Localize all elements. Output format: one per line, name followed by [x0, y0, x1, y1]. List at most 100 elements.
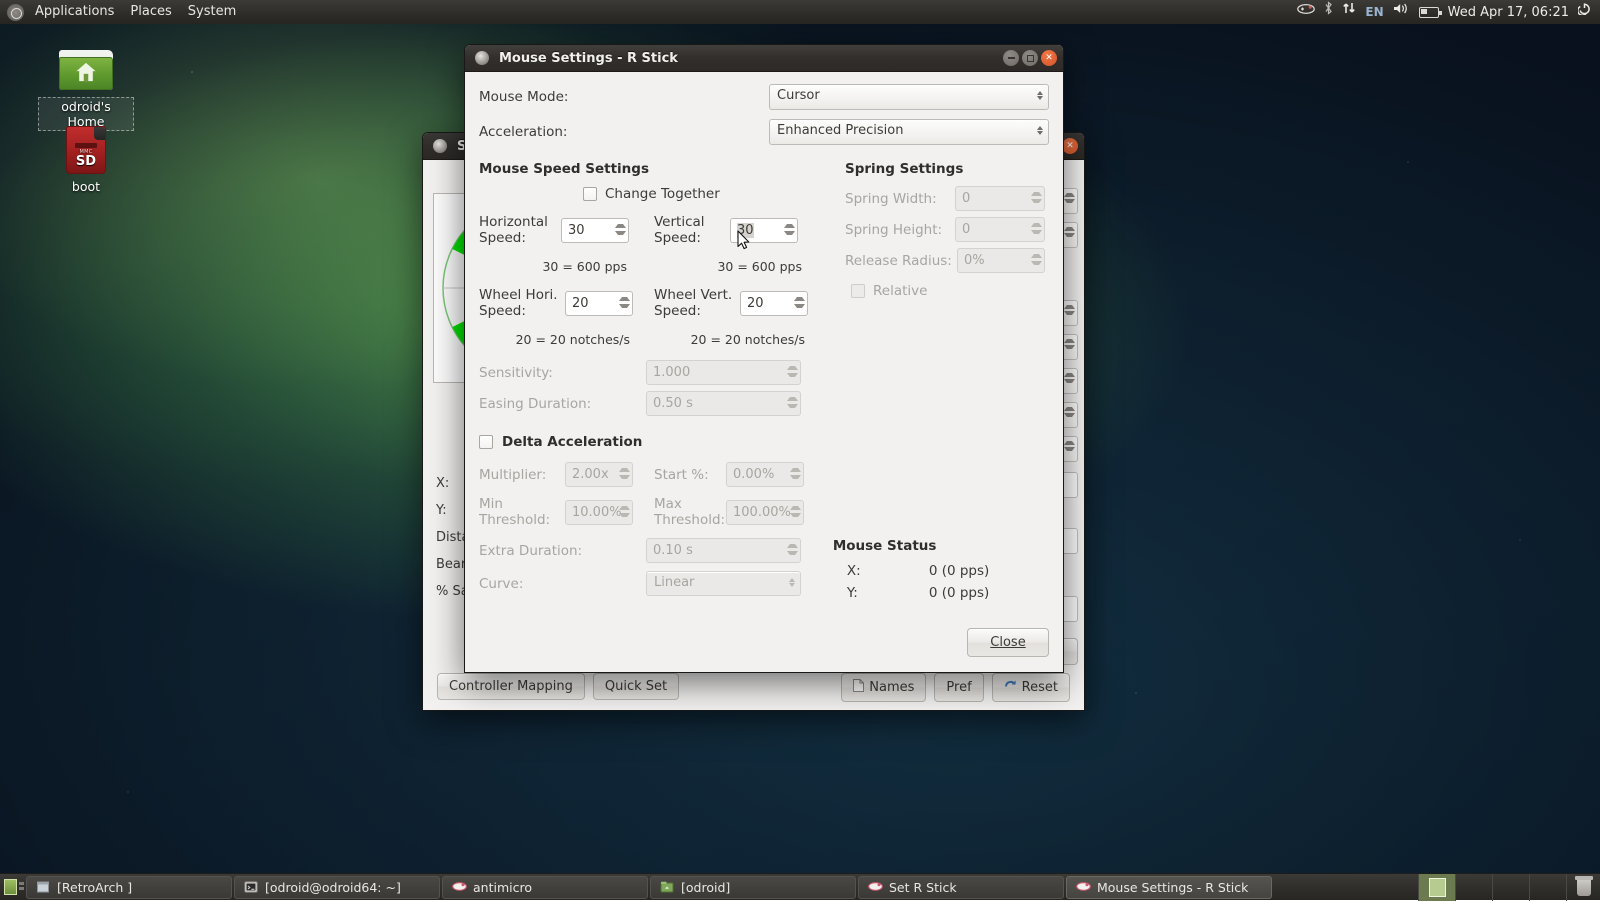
sd-card-icon: MMC SD: [66, 126, 106, 174]
mouse-speed-settings-header: Mouse Speed Settings: [479, 161, 827, 177]
network-updown-icon[interactable]: [1342, 0, 1356, 24]
min-threshold-spinbox: 10.00%: [565, 500, 633, 525]
dialog-close-button[interactable]: Close: [967, 628, 1049, 657]
mouse-mode-label: Mouse Mode:: [479, 89, 769, 105]
trash-icon[interactable]: [1566, 874, 1600, 901]
mouse-status-y-label: Y:: [833, 585, 929, 601]
task-button-mouse-settings[interactable]: Mouse Settings - R Stick: [1066, 876, 1272, 899]
change-together-label: Change Together: [605, 186, 720, 202]
release-radius-spinbox: 0%: [957, 248, 1045, 273]
mouse-status-header: Mouse Status: [833, 538, 1049, 554]
ubuntu-logo-icon[interactable]: [7, 4, 24, 21]
horizontal-speed-note: 30 = 600 pps: [542, 259, 627, 274]
sensitivity-value: 1.000: [653, 365, 690, 380]
spring-width-label: Spring Width:: [845, 191, 955, 207]
maximize-icon[interactable]: [1022, 50, 1038, 66]
delta-acceleration-header-row: Delta Acceleration: [479, 434, 1049, 450]
task-button-set-r-stick[interactable]: Set R Stick: [858, 876, 1064, 899]
pref-button[interactable]: Pref: [934, 673, 983, 702]
power-icon[interactable]: [1578, 0, 1591, 24]
delta-acceleration-checkbox[interactable]: [479, 435, 493, 449]
mouse-settings-dialog[interactable]: Mouse Settings - R Stick ✕ Mouse Mode: C…: [464, 44, 1064, 673]
desktop-icon-boot[interactable]: MMC SD boot: [38, 126, 134, 195]
show-desktop-icon[interactable]: [3, 876, 25, 898]
bluetooth-icon[interactable]: [1324, 0, 1333, 24]
sensitivity-label: Sensitivity:: [479, 365, 646, 381]
controller-mapping-button[interactable]: Controller Mapping: [437, 673, 585, 700]
spring-height-label: Spring Height:: [845, 222, 955, 238]
battery-icon[interactable]: [1419, 7, 1439, 18]
horizontal-speed-label: Horizontal Speed:: [479, 214, 557, 246]
vertical-speed-spinbox[interactable]: 30: [730, 218, 798, 243]
volume-icon[interactable]: [1393, 0, 1410, 24]
release-radius-label: Release Radius:: [845, 253, 957, 269]
names-button-label: Names: [869, 680, 914, 695]
clock[interactable]: Wed Apr 17, 06:21: [1448, 5, 1569, 20]
dialog-body: Mouse Mode: Cursor Acceleration: Enhance…: [465, 72, 1063, 672]
desktop-icon-home[interactable]: odroid's Home: [38, 50, 134, 131]
antimicro-icon: [452, 880, 466, 894]
wheel-vert-speed-label: Wheel Vert. Speed:: [654, 287, 736, 319]
task-button-odroid-files[interactable]: [odroid]: [650, 876, 856, 899]
mouse-speed-settings-group: Mouse Speed Settings Change Together Hor…: [479, 161, 827, 416]
change-together-checkbox[interactable]: [583, 187, 597, 201]
desktop-icon-boot-label: boot: [68, 178, 104, 195]
workspace-switcher-1[interactable]: [1418, 874, 1455, 901]
acceleration-combo[interactable]: Enhanced Precision: [769, 119, 1049, 145]
menu-system[interactable]: System: [180, 0, 244, 24]
dialog-titlebar[interactable]: Mouse Settings - R Stick ✕: [465, 45, 1063, 72]
mouse-mode-value: Cursor: [777, 88, 820, 103]
multiplier-spinbox: 2.00x: [565, 462, 633, 487]
mouse-status-x-value: 0 (0 pps): [929, 563, 989, 579]
min-threshold-label: Min Threshold:: [479, 496, 565, 528]
workspace-switcher-4[interactable]: [1529, 874, 1566, 901]
quick-set-button[interactable]: Quick Set: [593, 673, 679, 700]
workspace-switcher-2[interactable]: [1455, 874, 1492, 901]
wheel-vert-speed-spinbox[interactable]: 20: [740, 291, 808, 316]
max-threshold-value: 100.00%: [733, 505, 791, 520]
files-icon: [660, 880, 674, 894]
task-button-mouse-settings-label: Mouse Settings - R Stick: [1097, 880, 1248, 895]
acceleration-label: Acceleration:: [479, 124, 769, 140]
task-button-terminal[interactable]: [odroid@odroid64: ~]: [234, 876, 440, 899]
top-panel: Applications Places System EN Wed Apr 17…: [0, 0, 1600, 24]
names-button[interactable]: Names: [841, 673, 926, 702]
sensitivity-spinbox: 1.000: [646, 360, 801, 385]
window-menu-icon[interactable]: [433, 139, 447, 153]
reset-button-label: Reset: [1022, 680, 1058, 695]
vertical-speed-label: Vertical Speed:: [654, 214, 726, 246]
task-button-retroarch[interactable]: [RetroArch ]: [26, 876, 232, 899]
easing-duration-label: Easing Duration:: [479, 396, 646, 412]
vertical-speed-value: 30: [737, 223, 754, 238]
menu-places[interactable]: Places: [122, 0, 179, 24]
wheel-hori-speed-note: 20 = 20 notches/s: [516, 332, 630, 347]
system-tray: EN Wed Apr 17, 06:21: [1297, 0, 1600, 24]
workspace-switcher-3[interactable]: [1492, 874, 1529, 901]
wheel-hori-speed-spinbox[interactable]: 20: [565, 291, 633, 316]
curve-value: Linear: [654, 575, 694, 590]
close-icon[interactable]: ✕: [1041, 50, 1057, 66]
taskbar-right-tray: [1418, 874, 1600, 901]
min-threshold-value: 10.00%: [572, 505, 622, 520]
home-folder-icon: [59, 50, 113, 93]
wheel-hori-speed-value: 20: [572, 296, 589, 311]
language-indicator[interactable]: EN: [1365, 5, 1383, 19]
delta-acceleration-row-1: Multiplier: 2.00x Start %: 0.00%: [479, 462, 1049, 487]
curve-combo: Linear: [646, 571, 801, 596]
gamepad-icon[interactable]: [1297, 0, 1315, 24]
antimicro-icon: [1076, 880, 1090, 894]
reset-button[interactable]: Reset: [992, 673, 1070, 702]
minimize-icon[interactable]: [1003, 50, 1019, 66]
task-button-antimicro[interactable]: antimicro: [442, 876, 648, 899]
acceleration-row: Acceleration: Enhanced Precision: [479, 119, 1049, 145]
window-menu-icon[interactable]: [475, 51, 489, 65]
horizontal-speed-spinbox[interactable]: 30: [561, 218, 629, 243]
menu-applications[interactable]: Applications: [27, 0, 122, 24]
release-radius-value: 0%: [964, 253, 985, 268]
extra-duration-spinbox: 0.10 s: [646, 538, 801, 563]
mouse-mode-combo[interactable]: Cursor: [769, 84, 1049, 110]
bg-close-icon[interactable]: ✕: [1062, 138, 1078, 154]
delta-acceleration-header: Delta Acceleration: [502, 434, 642, 450]
multiplier-label: Multiplier:: [479, 467, 565, 483]
wheel-hori-speed-label: Wheel Hori. Speed:: [479, 287, 561, 319]
